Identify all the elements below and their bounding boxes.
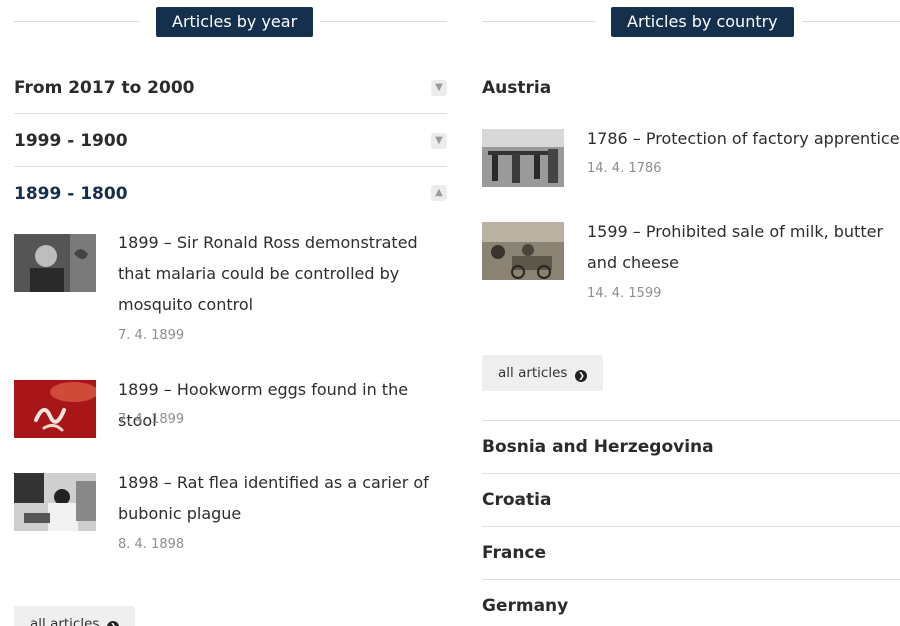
divider: [482, 473, 900, 474]
all-articles-button[interactable]: all articles ❯: [482, 355, 604, 391]
articles-by-year-section: Articles by year From 2017 to 2000 ▼ 199…: [14, 0, 447, 626]
accordion-label: From 2017 to 2000: [14, 78, 195, 98]
list-item[interactable]: 1599 – Prohibited sale of milk, butter a…: [482, 222, 900, 312]
list-item[interactable]: 1899 – Hookworm eggs found in the stool …: [14, 380, 447, 440]
year-section-header: Articles by year: [14, 0, 447, 44]
article-date: 8. 4. 1898: [118, 537, 185, 552]
divider: [482, 526, 900, 527]
factory-photo-icon[interactable]: [482, 129, 564, 187]
market-photo-icon[interactable]: [482, 222, 564, 280]
country-section-header: Articles by country: [482, 0, 900, 44]
accordion-label: Austria: [482, 78, 552, 98]
accordion-label: 1899 - 1800: [14, 184, 128, 204]
accordion-item-1899-1800[interactable]: 1899 - 1800: [14, 184, 128, 204]
chevron-down-icon[interactable]: ▼: [431, 80, 447, 96]
list-item[interactable]: 1786 – Protection of factory apprentices…: [482, 129, 900, 189]
all-articles-label: all articles: [30, 616, 100, 626]
chevron-right-circle-icon: ❯: [575, 370, 588, 382]
accordion-label: Bosnia and Herzegovina: [482, 437, 714, 457]
chevron-down-icon[interactable]: ▼: [431, 133, 447, 149]
accordion-item-1999-1900[interactable]: 1999 - 1900: [14, 131, 128, 151]
chevron-right-circle-icon: ❯: [107, 621, 120, 626]
all-articles-button[interactable]: all articles ❯: [14, 606, 136, 626]
article-date: 7. 4. 1899: [118, 328, 185, 343]
accordion-item-france[interactable]: France: [482, 543, 546, 563]
accordion-item-germany[interactable]: Germany: [482, 596, 568, 616]
divider: [320, 21, 447, 22]
accordion-item-austria[interactable]: Austria: [482, 78, 551, 98]
article-date: 14. 4. 1786: [587, 161, 662, 176]
divider: [14, 113, 447, 114]
accordion-label: France: [482, 543, 547, 563]
accordion-label: Germany: [482, 596, 569, 616]
divider: [482, 579, 900, 580]
article-title-link[interactable]: 1786 – Protection of factory apprentices: [587, 123, 900, 154]
worm-photo-icon[interactable]: [14, 380, 96, 438]
accordion-label: Croatia: [482, 490, 552, 510]
divider: [14, 21, 140, 22]
chevron-up-icon[interactable]: ▲: [431, 185, 447, 201]
articles-by-year-heading: Articles by year: [156, 7, 314, 37]
accordion-label: 1999 - 1900: [14, 131, 128, 151]
divider: [802, 21, 900, 22]
article-title-link[interactable]: 1899 – Sir Ronald Ross demonstrated that…: [118, 227, 448, 320]
accordion-item-2017-2000[interactable]: From 2017 to 2000: [14, 78, 195, 98]
all-articles-label: all articles: [498, 365, 568, 381]
articles-by-country-heading: Articles by country: [611, 7, 794, 37]
list-item[interactable]: 1898 – Rat flea identified as a carier o…: [14, 473, 447, 563]
list-item[interactable]: 1899 – Sir Ronald Ross demonstrated that…: [14, 233, 447, 354]
laboratory-photo-icon[interactable]: [14, 473, 96, 531]
divider: [482, 21, 596, 22]
divider: [482, 420, 900, 421]
article-date: 7. 4. 1899: [118, 412, 185, 427]
article-title-link[interactable]: 1599 – Prohibited sale of milk, butter a…: [587, 216, 900, 278]
accordion-item-croatia[interactable]: Croatia: [482, 490, 551, 510]
articles-by-country-section: Articles by country Austria 1786 – Prote…: [482, 0, 900, 616]
portrait-photo-icon[interactable]: [14, 234, 96, 292]
article-title-link[interactable]: 1898 – Rat flea identified as a carier o…: [118, 467, 448, 529]
divider: [14, 166, 447, 167]
accordion-item-bosnia-and-herzegovina[interactable]: Bosnia and Herzegovina: [482, 437, 714, 457]
article-date: 14. 4. 1599: [587, 286, 662, 301]
